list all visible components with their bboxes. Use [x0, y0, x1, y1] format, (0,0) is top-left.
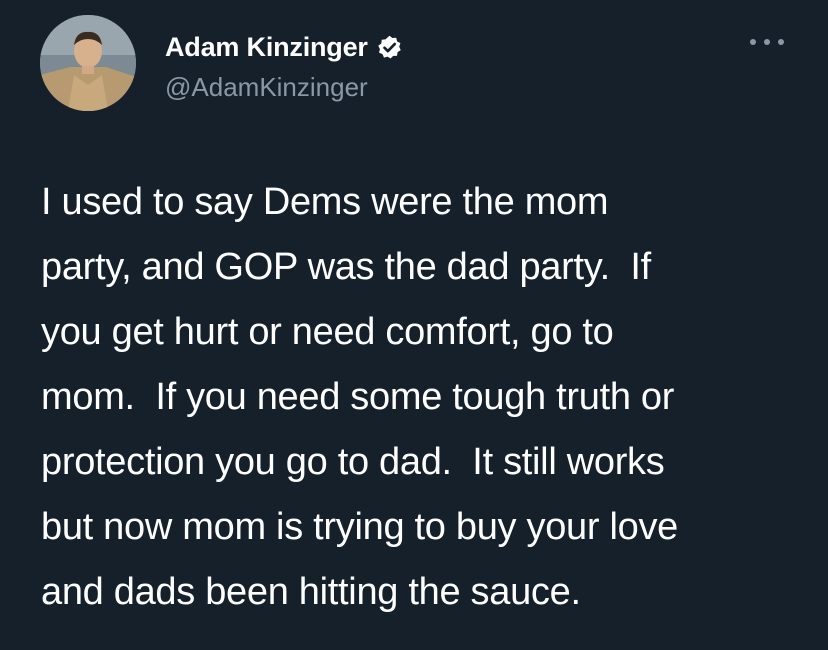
tweet-text-line: and dads been hitting the sauce.: [41, 571, 581, 613]
tweet-text-line: party, and GOP was the dad party. If: [41, 246, 651, 288]
author-name-row: Adam Kinzinger: [165, 30, 403, 64]
profile-photo-icon: [40, 15, 136, 111]
tweet-card: Adam Kinzinger @AdamKinzinger I used to …: [0, 0, 828, 650]
author-handle[interactable]: @AdamKinzinger: [165, 72, 368, 103]
tweet-text-line: protection you go to dad. It still works: [41, 441, 665, 483]
tweet-text-line: mom. If you need some tough truth or: [41, 376, 675, 418]
verified-badge-icon: [376, 34, 403, 61]
tweet-text-line: but now mom is trying to buy your love: [41, 506, 678, 548]
more-dot: [778, 39, 784, 45]
more-options-icon[interactable]: [750, 33, 784, 51]
more-dot: [764, 39, 770, 45]
avatar[interactable]: [40, 15, 136, 111]
more-dot: [750, 39, 756, 45]
tweet-text: I used to say Dems were the mom party, an…: [41, 170, 811, 625]
tweet-text-line: I used to say Dems were the mom: [41, 181, 609, 223]
author-display-name[interactable]: Adam Kinzinger: [165, 32, 368, 63]
tweet-text-line: you get hurt or need comfort, go to: [41, 311, 614, 353]
